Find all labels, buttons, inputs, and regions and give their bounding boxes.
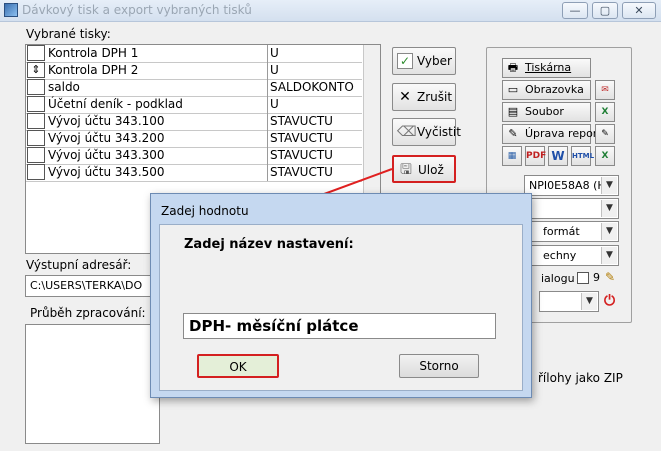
dialog-prompt: Zadej název nastavení: [184,237,354,252]
dialog-title: Zadej hodnotu [161,204,249,218]
input-dialog: Zadej hodnotu Zadej název nastavení: DPH… [150,193,532,398]
dialog-body: Zadej název nastavení: DPH- měsíční plát… [159,224,523,391]
setting-name-input[interactable]: DPH- měsíční plátce [183,313,496,339]
ok-button[interactable]: OK [197,354,279,378]
cancel-button[interactable]: Storno [399,354,479,378]
